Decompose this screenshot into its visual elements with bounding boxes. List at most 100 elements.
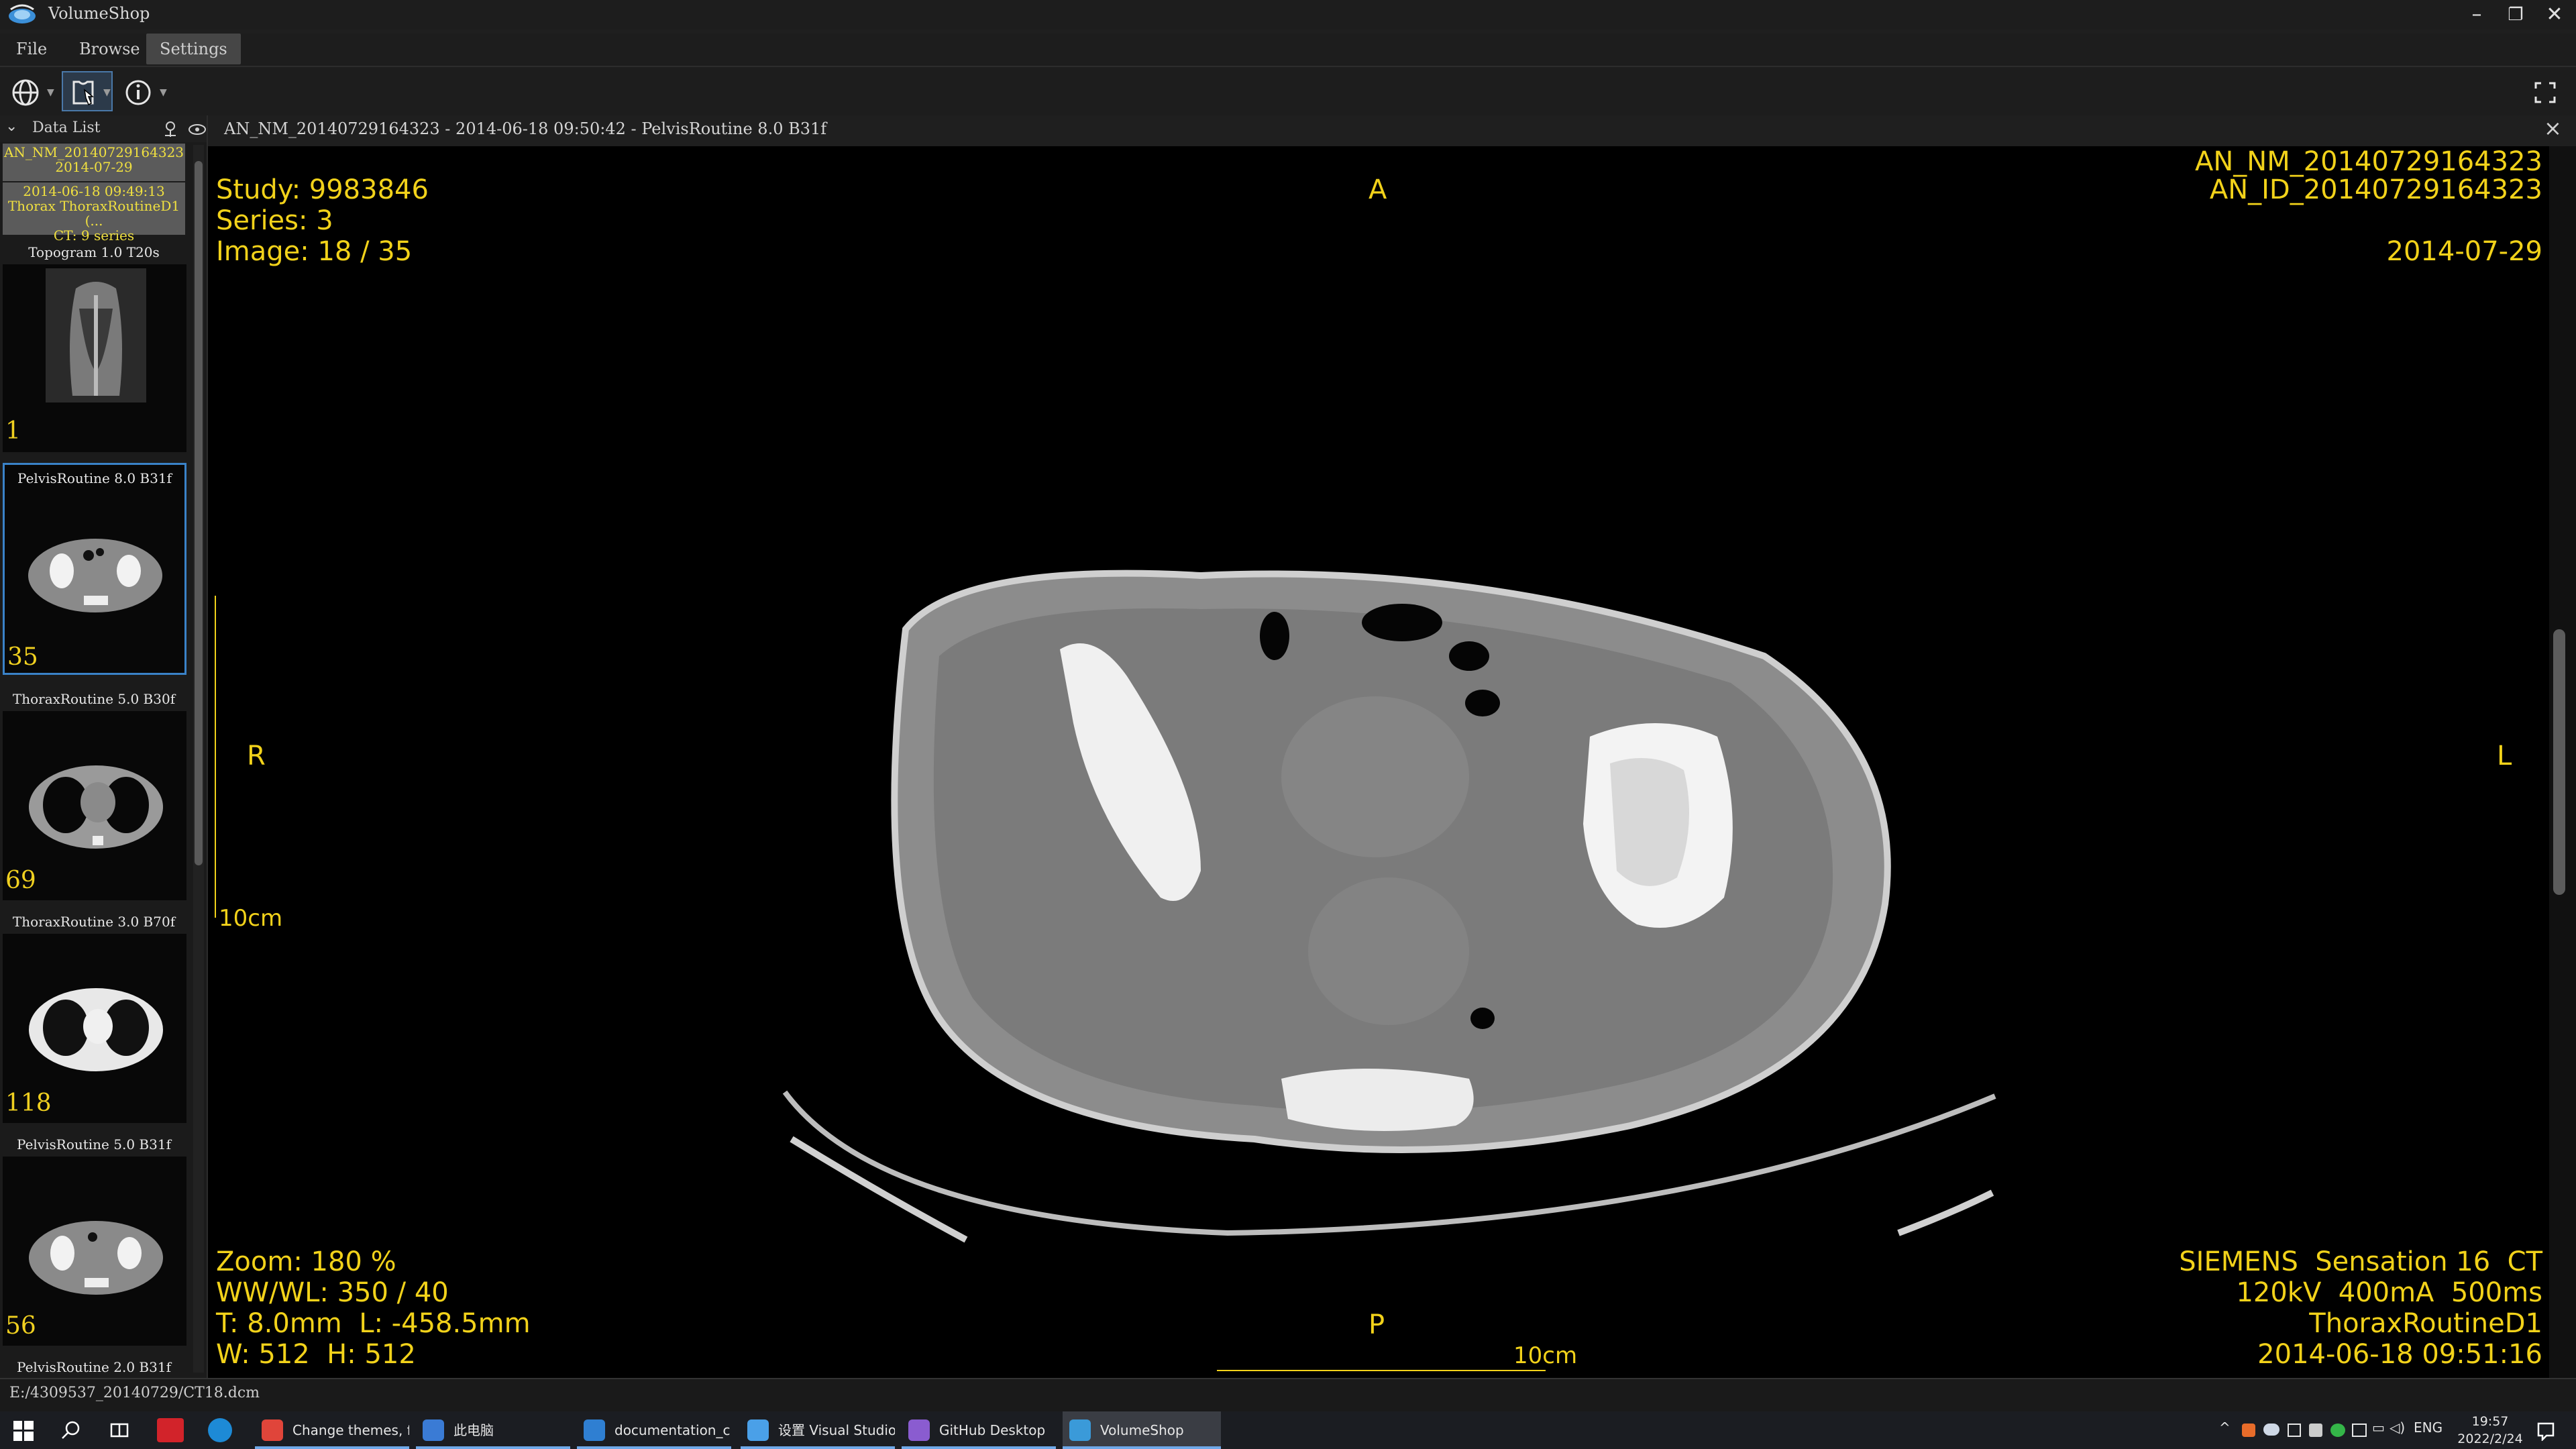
pinned-app-red-icon[interactable] — [157, 1418, 184, 1442]
series-thumbnail-thorax-3mm[interactable]: 118 — [3, 934, 186, 1123]
clock-date: 2022/2/24 — [2457, 1432, 2523, 1446]
overlay-image-index: Image: 18 / 35 — [216, 236, 413, 267]
data-list-title: Data List — [32, 119, 101, 136]
taskbar-item-volumeshop-active[interactable]: VolumeShop — [1063, 1411, 1221, 1449]
orientation-left: L — [2497, 741, 2512, 771]
tray-window-icon[interactable] — [2288, 1424, 2301, 1437]
viewer-slice-scrollbar-thumb[interactable] — [2553, 629, 2565, 895]
windows-start-icon[interactable] — [13, 1421, 34, 1441]
vertical-scale-label: 10cm — [219, 905, 283, 932]
study-datetime: 2014-06-18 09:49:13 — [23, 183, 165, 199]
series-thumbnail-thorax-5mm[interactable]: 69 — [3, 711, 186, 900]
overlay-patient-name: AN_NM_20140729164323 — [2194, 146, 2542, 177]
pelvis-preview-image — [28, 539, 162, 612]
task-view-icon[interactable] — [109, 1419, 130, 1441]
image-count: 1 — [5, 417, 21, 445]
image-count: 118 — [5, 1089, 52, 1117]
patient-name: AN_NM_20140729164323 — [3, 144, 184, 160]
topogram-preview-image — [46, 268, 146, 402]
info-icon[interactable] — [121, 75, 156, 110]
overlay-protocol: ThoraxRoutineD1 — [2309, 1308, 2542, 1339]
overlay-thickness-location: T: 8.0mm L: -458.5mm — [216, 1308, 531, 1339]
patient-card[interactable]: AN_NM_20140729164323 2014-07-29 — [3, 144, 185, 181]
globe-dropdown-caret-icon[interactable]: ▼ — [47, 87, 54, 98]
info-dropdown-caret-icon[interactable]: ▼ — [160, 87, 167, 98]
edge-browser-icon[interactable] — [208, 1418, 232, 1442]
overlay-study-date: 2014-07-29 — [2386, 236, 2542, 267]
menu-file[interactable]: File — [3, 34, 60, 64]
menu-bar — [0, 34, 2576, 66]
series-thumbnail-pelvis-8mm-selected[interactable]: PelvisRoutine 8.0 B31f 35 — [3, 463, 186, 675]
study-card[interactable]: 2014-06-18 09:49:13 Thorax ThoraxRoutine… — [3, 182, 185, 243]
overlay-series: Series: 3 — [216, 205, 333, 236]
volume-icon[interactable]: ◁) — [2390, 1419, 2405, 1436]
globe-icon[interactable] — [8, 75, 43, 110]
pin-icon[interactable] — [162, 119, 178, 138]
network-icon[interactable] — [2352, 1424, 2367, 1437]
taskbar-item-settings-search[interactable]: 设置 Visual Studio ... — [741, 1411, 895, 1449]
horizontal-scale-label: 10cm — [1513, 1342, 1578, 1369]
image-viewport[interactable]: Study: 9983846 Series: 3 Image: 18 / 35 … — [208, 146, 2549, 1378]
menu-settings[interactable]: Settings — [146, 34, 241, 64]
patient-date: 2014-07-29 — [55, 159, 133, 175]
status-file-path: E:/4309537_20140729/CT18.dcm — [9, 1385, 260, 1401]
series-thumbnail-topogram[interactable]: 1 — [3, 264, 186, 452]
taskbar-item-github-desktop[interactable]: GitHub Desktop — [902, 1411, 1056, 1449]
thumbnail-title: PelvisRoutine 8.0 B31f — [17, 470, 172, 486]
wechat-icon[interactable] — [2330, 1424, 2345, 1437]
vertical-scale-bar — [215, 596, 216, 918]
minimize-button[interactable]: – — [2458, 0, 2496, 30]
overlay-acquisition-datetime: 2014-06-18 09:51:16 — [2257, 1339, 2542, 1370]
system-clock[interactable]: 19:57 2022/2/24 — [2451, 1413, 2529, 1448]
tray-app-icon[interactable] — [2242, 1424, 2255, 1437]
sidebar-scrollbar-thumb[interactable] — [195, 161, 203, 865]
study-series-count: CT: 9 series — [53, 227, 135, 244]
overlay-zoom: Zoom: 180 % — [216, 1246, 396, 1277]
thumbnail-title: PelvisRoutine 2.0 B31f — [17, 1359, 171, 1375]
notification-center-icon[interactable] — [2536, 1421, 2556, 1441]
viewer-close-icon[interactable]: × — [2544, 115, 2562, 141]
close-button[interactable]: ✕ — [2536, 0, 2573, 30]
thumbnail-title: ThoraxRoutine 3.0 B70f — [12, 914, 176, 930]
volumeshop-icon — [1069, 1419, 1091, 1441]
fullscreen-icon[interactable] — [2528, 75, 2563, 110]
battery-icon[interactable]: ▭ — [2372, 1419, 2385, 1436]
torso-icon[interactable] — [66, 75, 101, 110]
search-icon[interactable] — [60, 1419, 82, 1441]
overlay-window-level: WW/WL: 350 / 40 — [216, 1277, 449, 1308]
collapse-chevron-icon[interactable]: ⌄ — [5, 118, 17, 135]
torso-dropdown-caret-icon[interactable]: ▼ — [103, 87, 111, 98]
thorax-mediastinal-preview-image — [29, 765, 163, 849]
tray-device-icon[interactable] — [2309, 1424, 2322, 1437]
tray-overflow-chevron-icon[interactable]: ^ — [2219, 1419, 2231, 1436]
thumbnail-title: PelvisRoutine 5.0 B31f — [17, 1136, 171, 1152]
overlay-acquisition-params: 120kV 400mA 500ms — [2236, 1277, 2542, 1308]
overlay-study: Study: 9983846 — [216, 174, 429, 205]
overlay-dimensions: W: 512 H: 512 — [216, 1339, 416, 1370]
toolbar — [0, 67, 2576, 115]
thorax-lung-preview-image — [29, 988, 163, 1071]
image-count: 69 — [5, 867, 36, 894]
thumbnail-title: Topogram 1.0 T20s — [28, 244, 160, 260]
search-app-icon — [747, 1419, 769, 1441]
chrome-icon — [262, 1419, 283, 1441]
restore-button[interactable]: ❐ — [2497, 0, 2534, 30]
orientation-anterior: A — [1368, 174, 1387, 205]
orientation-posterior: P — [1368, 1309, 1385, 1340]
ct-axial-slice-image — [782, 570, 1996, 1243]
eye-icon[interactable] — [188, 122, 207, 137]
taskbar-item-chrome[interactable]: Change themes, f... — [255, 1411, 409, 1449]
image-count: 56 — [5, 1312, 36, 1340]
taskbar-item-this-pc[interactable]: 此电脑 — [416, 1411, 570, 1449]
image-count: 35 — [7, 643, 38, 671]
github-icon — [908, 1419, 930, 1441]
window-title: VolumeShop — [48, 4, 150, 23]
taskbar-item-vscode[interactable]: documentation_c... — [577, 1411, 731, 1449]
computer-icon — [423, 1419, 444, 1441]
study-description: Thorax ThoraxRoutineD1 (... — [7, 198, 180, 229]
pelvis-preview-image — [29, 1221, 163, 1295]
menu-browse[interactable]: Browse — [66, 34, 154, 64]
series-thumbnail-pelvis-5mm[interactable]: 56 — [3, 1157, 186, 1346]
cloud-icon[interactable] — [2263, 1424, 2279, 1436]
input-language[interactable]: ENG — [2414, 1419, 2443, 1436]
